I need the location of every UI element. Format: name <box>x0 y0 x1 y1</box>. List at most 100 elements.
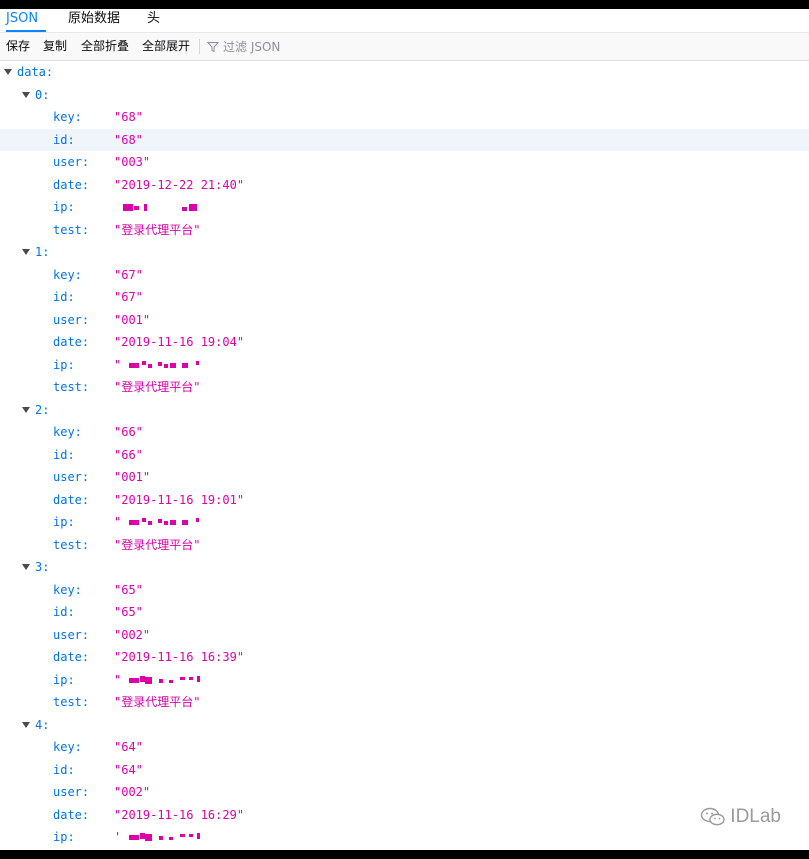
tree-row-field: key: "67" <box>0 264 809 286</box>
tree-row-field: key: "64" <box>0 736 809 758</box>
tab-raw-data[interactable]: 原始数据 <box>68 9 120 32</box>
field-key: key: <box>53 425 82 439</box>
field-value: "67" <box>114 290 143 304</box>
tree-row-record: 0: <box>0 84 809 106</box>
toolbar-divider <box>199 39 200 54</box>
collapse-toggle-icon[interactable] <box>4 69 12 75</box>
field-key: id: <box>53 290 75 304</box>
tree-key: 3: <box>35 560 50 574</box>
tree-row-field: user: "002" <box>0 624 809 646</box>
field-key: key: <box>53 267 82 282</box>
tree-row-field: ip: " <box>0 354 809 376</box>
tree-row-record: 2: <box>0 399 809 421</box>
field-key: key: <box>53 110 82 124</box>
field-value: " <box>114 672 122 687</box>
collapse-toggle-icon[interactable] <box>22 249 30 255</box>
field-value: "64" <box>114 762 143 777</box>
tree-row-field: ip: <box>0 196 809 218</box>
tree-row-record: 1: <box>0 241 809 263</box>
field-key: date: <box>53 650 90 664</box>
field-key: user: <box>53 627 90 642</box>
field-key: test: <box>53 380 90 394</box>
field-value: "67" <box>114 267 143 282</box>
tree-key: 0: <box>35 87 50 102</box>
tab-headers[interactable]: 头 <box>147 9 160 32</box>
field-key: test: <box>53 537 90 552</box>
field-value: "66" <box>114 425 143 439</box>
field-key: key: <box>53 740 82 754</box>
tree-row-field: id: "66" <box>0 444 809 466</box>
field-key: id: <box>53 447 75 462</box>
field-value: "登录代理平台" <box>114 695 201 709</box>
tree-row-field: test: "登录代理平台" <box>0 534 809 556</box>
tree-key: data: <box>17 65 54 79</box>
filter-box <box>207 33 423 60</box>
field-value: ' <box>114 830 122 844</box>
filter-json-input[interactable] <box>223 39 423 54</box>
collapse-toggle-icon[interactable] <box>22 564 30 570</box>
field-value: "2019-11-16 19:04" <box>114 335 245 349</box>
tree-row-field: id: "68" <box>0 128 809 151</box>
field-value: " <box>114 515 122 529</box>
tab-json[interactable]: JSON <box>6 9 46 32</box>
field-key: id: <box>53 762 75 777</box>
tree-row-field: date: "2019-11-16 19:01" <box>0 489 809 511</box>
tree-row-record: 4: <box>0 714 809 736</box>
field-key: user: <box>53 155 90 169</box>
watermark: IDLab <box>700 806 781 828</box>
tree-row-field: key: "68" <box>0 106 809 128</box>
tree-row-field: id: "67" <box>0 286 809 308</box>
tree-row-field: id: "65" <box>0 601 809 623</box>
field-key: key: <box>53 582 82 597</box>
field-value: "64" <box>114 740 143 754</box>
json-viewer: JSON 原始数据 头 保存 复制 全部折叠 全部展开 data: 0:key:… <box>0 9 809 850</box>
collapse-toggle-icon[interactable] <box>22 406 30 413</box>
field-key: date: <box>53 807 90 822</box>
field-value: "2019-11-16 19:01" <box>114 492 245 507</box>
tree-row-field: ip: " <box>0 511 809 533</box>
field-key: ip: <box>53 200 75 214</box>
funnel-icon <box>207 41 219 52</box>
field-value: "68" <box>114 110 143 124</box>
tree-row-data: data: <box>0 61 809 83</box>
expand-all-button[interactable]: 全部展开 <box>142 33 190 60</box>
field-value: "65" <box>114 605 143 619</box>
field-value: "002" <box>114 785 151 799</box>
collapse-toggle-icon[interactable] <box>22 91 30 98</box>
field-value: "002" <box>114 627 151 642</box>
tree-row-field: key: "66" <box>0 421 809 443</box>
toolbar: 保存 复制 全部折叠 全部展开 <box>0 33 809 61</box>
viewer-tabs: JSON 原始数据 头 <box>0 9 809 33</box>
field-key: date: <box>53 492 90 507</box>
field-key: id: <box>53 132 75 147</box>
field-value: "003" <box>114 155 151 169</box>
collapse-toggle-icon[interactable] <box>22 721 30 728</box>
field-key: ip: <box>53 515 75 529</box>
field-key: user: <box>53 312 90 327</box>
tree-row-field: date: "2019-12-22 21:40" <box>0 174 809 196</box>
field-key: test: <box>53 222 90 237</box>
field-value: " <box>114 357 122 372</box>
copy-button[interactable]: 复制 <box>43 33 67 60</box>
field-value: "001" <box>114 312 151 327</box>
tree-row-field: user: "002" <box>0 781 809 803</box>
tree-key: 4: <box>35 717 50 732</box>
collapse-all-button[interactable]: 全部折叠 <box>81 33 129 60</box>
tree-row-field: test: "登录代理平台" <box>0 219 809 241</box>
field-value: "2019-12-22 21:40" <box>114 177 245 192</box>
tree-row-record: 3: <box>0 556 809 578</box>
wechat-icon <box>701 807 725 826</box>
tree-key: 1: <box>35 245 50 259</box>
field-key: ip: <box>53 830 75 844</box>
save-button[interactable]: 保存 <box>6 33 30 60</box>
tree-row-field: date: "2019-11-16 16:39" <box>0 646 809 668</box>
field-key: ip: <box>53 357 75 372</box>
field-value: "66" <box>114 447 143 462</box>
field-value: "68" <box>114 132 143 147</box>
tree-row-field: ip: ' <box>0 826 809 848</box>
field-key: test: <box>53 695 90 709</box>
tree-row-field: key: "65" <box>0 579 809 601</box>
field-value: "65" <box>114 582 143 597</box>
field-value: "登录代理平台" <box>114 380 201 394</box>
field-value: "登录代理平台" <box>114 222 201 237</box>
